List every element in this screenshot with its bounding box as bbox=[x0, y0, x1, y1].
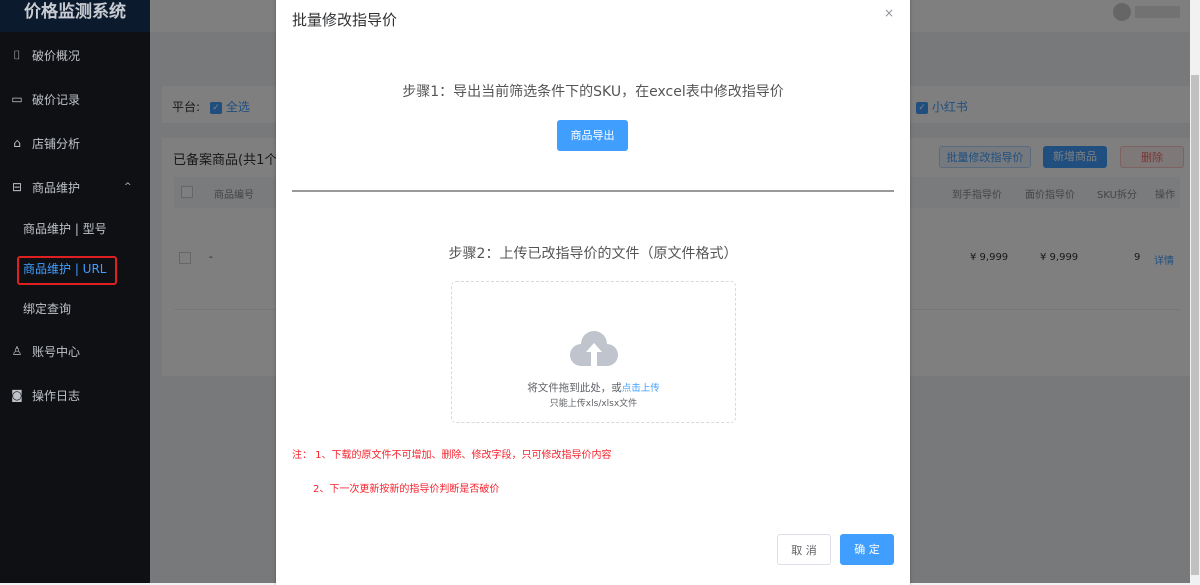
batch-edit-dialog: 批量修改指导价 × 步骤1：导出当前筛选条件下的SKU，在excel表中修改指导… bbox=[276, 0, 910, 585]
sidebar-item-label: 账号中心 bbox=[32, 343, 80, 360]
sidebar-item-logs[interactable]: ◙ 操作日志 bbox=[0, 380, 150, 410]
highlight-box bbox=[17, 256, 117, 285]
dialog-title: 批量修改指导价 bbox=[292, 9, 397, 30]
sidebar-item-account[interactable]: ♙ 账号中心 bbox=[0, 336, 150, 366]
sidebar: 价格监测系统 ⌷ 破价概况 ▭ 破价记录 ⌂ 店铺分析 ⊟ 商品维护 ^ 商品维护 | 型… bbox=[0, 0, 150, 583]
sidebar-item-label: 操作日志 bbox=[32, 387, 80, 404]
sidebar-item-label: 破价概况 bbox=[32, 47, 80, 64]
note-2: 2、下一次更新按新的指导价判断是否破价 bbox=[313, 480, 499, 495]
close-icon[interactable]: × bbox=[884, 6, 894, 20]
app-title: 价格监测系统 bbox=[0, 0, 150, 32]
click-upload-link[interactable]: 点击上传 bbox=[622, 383, 660, 394]
step2-text: 步骤2：上传已改指导价的文件（原文件格式） bbox=[276, 243, 910, 263]
chevron-up-icon: ^ bbox=[124, 182, 132, 192]
page-scrollbar[interactable] bbox=[1190, 0, 1200, 583]
presentation-icon: ⌷ bbox=[10, 48, 24, 62]
sidebar-item-model[interactable]: 商品维护 | 型号 bbox=[0, 213, 150, 243]
home-icon: ⌂ bbox=[10, 136, 24, 150]
note-1: 注： 1、下载的原文件不可增加、删除、修改字段，只可修改指导价内容 bbox=[292, 446, 612, 461]
upload-cloud-icon bbox=[569, 329, 619, 369]
sidebar-item-binding-query[interactable]: 绑定查询 bbox=[0, 293, 150, 323]
sidebar-item-label: 商品维护 bbox=[32, 179, 80, 196]
step1-text: 步骤1：导出当前筛选条件下的SKU，在excel表中修改指导价 bbox=[276, 81, 910, 101]
sidebar-item-label: 商品维护 | 型号 bbox=[23, 220, 107, 237]
upload-tip: 只能上传xls/xlsx文件 bbox=[452, 396, 735, 409]
sidebar-item-label: 店铺分析 bbox=[32, 135, 80, 152]
sidebar-item-shop-analysis[interactable]: ⌂ 店铺分析 bbox=[0, 128, 150, 158]
cancel-button[interactable]: 取 消 bbox=[777, 534, 831, 565]
sidebar-item-overview[interactable]: ⌷ 破价概况 bbox=[0, 40, 150, 70]
user-icon: ♙ bbox=[10, 344, 24, 358]
export-button[interactable]: 商品导出 bbox=[557, 120, 628, 151]
divider bbox=[292, 190, 894, 192]
camera-icon: ◙ bbox=[10, 388, 24, 402]
upload-text: 将文件拖到此处，或 bbox=[527, 382, 622, 394]
sidebar-item-records[interactable]: ▭ 破价记录 bbox=[0, 84, 150, 114]
confirm-button[interactable]: 确 定 bbox=[840, 534, 894, 565]
sidebar-item-product-maintenance[interactable]: ⊟ 商品维护 ^ bbox=[0, 172, 150, 202]
inbox-icon: ⊟ bbox=[10, 180, 24, 194]
upload-dropzone[interactable]: 将文件拖到此处，或点击上传 只能上传xls/xlsx文件 bbox=[451, 281, 736, 423]
monitor-icon: ▭ bbox=[10, 92, 24, 106]
sidebar-item-label: 绑定查询 bbox=[23, 300, 71, 317]
sidebar-item-label: 破价记录 bbox=[32, 91, 80, 108]
